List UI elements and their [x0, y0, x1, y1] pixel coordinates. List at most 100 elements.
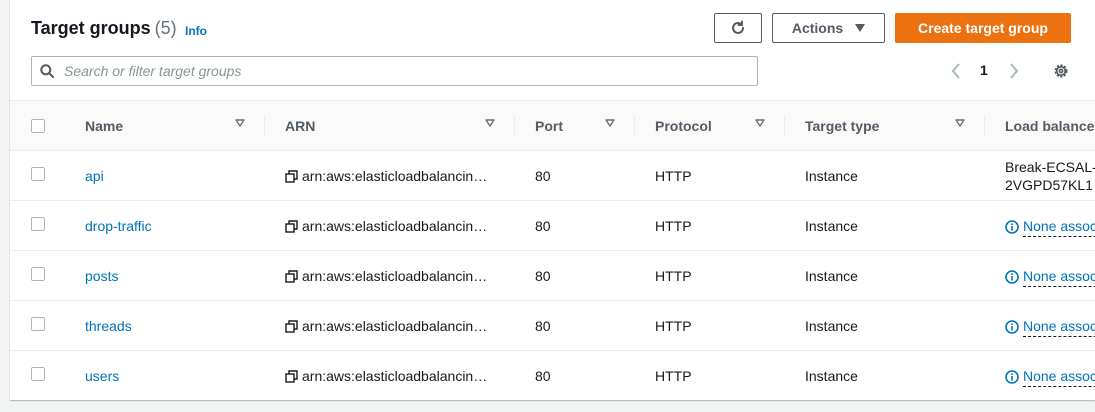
table-header-row: Name ARN Port Protocol Target type Load … [10, 100, 1095, 151]
table-row[interactable]: api arn:aws:elasticloadbalancin… 80 HTTP… [10, 150, 1095, 201]
info-icon [1005, 369, 1019, 384]
port-value: 80 [515, 300, 635, 351]
target-type-value: Instance [785, 200, 985, 251]
info-icon [1005, 319, 1019, 334]
target-groups-table: Name ARN Port Protocol Target type Load … [10, 100, 1095, 400]
copy-icon[interactable] [285, 369, 298, 383]
port-value: 80 [515, 250, 635, 301]
row-checkbox[interactable] [31, 267, 45, 281]
column-header-label: Port [535, 117, 563, 134]
table-row[interactable]: threads arn:aws:elasticloadbalancin… 80 … [10, 300, 1095, 351]
none-associated-popover[interactable]: None associated [1023, 317, 1095, 337]
row-checkbox[interactable] [31, 367, 45, 381]
item-count: (5) [154, 18, 177, 38]
column-header-port[interactable]: Port [515, 100, 635, 151]
port-value: 80 [515, 350, 635, 400]
table-row[interactable]: posts arn:aws:elasticloadbalancin… 80 HT… [10, 250, 1095, 301]
next-page-button[interactable] [1005, 60, 1023, 82]
arn-cell: arn:aws:elasticloadbalancin… [265, 250, 515, 301]
target-group-name-link[interactable]: posts [65, 250, 265, 301]
column-header-label: Name [85, 117, 124, 134]
column-header-name[interactable]: Name [65, 100, 265, 151]
row-select-cell [10, 200, 65, 251]
copy-icon[interactable] [285, 269, 298, 283]
search-input[interactable] [62, 62, 757, 80]
info-icon [1005, 269, 1019, 284]
refresh-button[interactable] [714, 13, 762, 43]
target-group-name-link[interactable]: api [65, 150, 265, 201]
load-balancer-name-line1[interactable]: Break-ECSAL- [985, 158, 1095, 176]
none-associated-popover[interactable]: None associated [1023, 367, 1095, 387]
copy-icon[interactable] [285, 219, 298, 233]
row-select-cell [10, 350, 65, 400]
port-value: 80 [515, 150, 635, 201]
sort-caret-icon [755, 119, 765, 127]
sort-caret-icon [235, 119, 245, 127]
row-select-cell [10, 250, 65, 301]
target-group-name-link[interactable]: drop-traffic [65, 200, 265, 251]
none-associated-popover[interactable]: None associated [1023, 267, 1095, 287]
previous-page-button[interactable] [947, 60, 965, 82]
table-row[interactable]: drop-traffic arn:aws:elasticloadbalancin… [10, 200, 1095, 251]
target-group-name-link[interactable]: users [65, 350, 265, 400]
actions-button[interactable]: Actions [772, 13, 885, 43]
load-balancer-cell: None associated [985, 250, 1095, 301]
arn-value: arn:aws:elasticloadbalancin… [302, 317, 488, 334]
target-type-value: Instance [785, 150, 985, 201]
column-header-target-type[interactable]: Target type [785, 100, 985, 151]
column-header-label: ARN [285, 117, 316, 134]
preferences-button[interactable] [1051, 60, 1071, 82]
load-balancer-cell: None associated [985, 300, 1095, 351]
load-balancer-cell: Break-ECSAL- 2VGPD57KL1 [985, 150, 1095, 201]
page-title: Target groups (5) [31, 18, 177, 39]
load-balancer-name-line2[interactable]: 2VGPD57KL1 [985, 176, 1095, 194]
search-field[interactable] [31, 56, 758, 86]
arn-value: arn:aws:elasticloadbalancin… [302, 367, 488, 384]
port-value: 80 [515, 200, 635, 251]
page-title-text: Target groups [31, 18, 151, 38]
row-checkbox[interactable] [31, 317, 45, 331]
copy-icon[interactable] [285, 169, 298, 183]
column-header-label: Target type [805, 117, 880, 134]
load-balancer-cell: None associated [985, 200, 1095, 251]
column-header-arn[interactable]: ARN [265, 100, 515, 151]
current-page-number[interactable]: 1 [980, 62, 988, 78]
target-group-name-link[interactable]: threads [65, 300, 265, 351]
actions-label: Actions [791, 20, 844, 36]
arn-cell: arn:aws:elasticloadbalancin… [265, 150, 515, 201]
chevron-left-icon [951, 63, 960, 79]
sort-caret-icon [955, 119, 965, 127]
copy-icon[interactable] [285, 319, 298, 333]
create-target-group-button[interactable]: Create target group [895, 13, 1071, 43]
arn-cell: arn:aws:elasticloadbalancin… [265, 200, 515, 251]
row-checkbox[interactable] [31, 217, 45, 231]
none-associated-popover[interactable]: None associated [1023, 217, 1095, 237]
search-icon [40, 64, 54, 78]
chevron-right-icon [1010, 63, 1019, 79]
protocol-value: HTTP [635, 200, 785, 251]
column-header-load-balancer[interactable]: Load balancer [985, 100, 1095, 151]
column-header-label: Protocol [655, 117, 712, 134]
info-icon [1005, 219, 1019, 234]
target-type-value: Instance [785, 350, 985, 400]
select-all-header [10, 100, 65, 151]
arn-cell: arn:aws:elasticloadbalancin… [265, 300, 515, 351]
row-select-cell [10, 150, 65, 201]
refresh-icon [730, 20, 746, 36]
protocol-value: HTTP [635, 250, 785, 301]
panel-header: Target groups (5) Info Actions Create tar… [10, 0, 1095, 100]
column-header-protocol[interactable]: Protocol [635, 100, 785, 151]
protocol-value: HTTP [635, 350, 785, 400]
row-select-cell [10, 300, 65, 351]
sort-caret-icon [605, 119, 615, 127]
select-all-checkbox[interactable] [31, 118, 45, 133]
info-link[interactable]: Info [185, 24, 207, 38]
table-row[interactable]: users arn:aws:elasticloadbalancin… 80 HT… [10, 350, 1095, 400]
row-checkbox[interactable] [31, 167, 45, 181]
caret-down-icon [855, 24, 866, 32]
column-header-label: Load balancer [1005, 117, 1095, 134]
arn-value: arn:aws:elasticloadbalancin… [302, 217, 488, 234]
target-groups-panel: Target groups (5) Info Actions Create tar… [10, 0, 1095, 400]
protocol-value: HTTP [635, 150, 785, 201]
load-balancer-cell: None associated [985, 350, 1095, 400]
